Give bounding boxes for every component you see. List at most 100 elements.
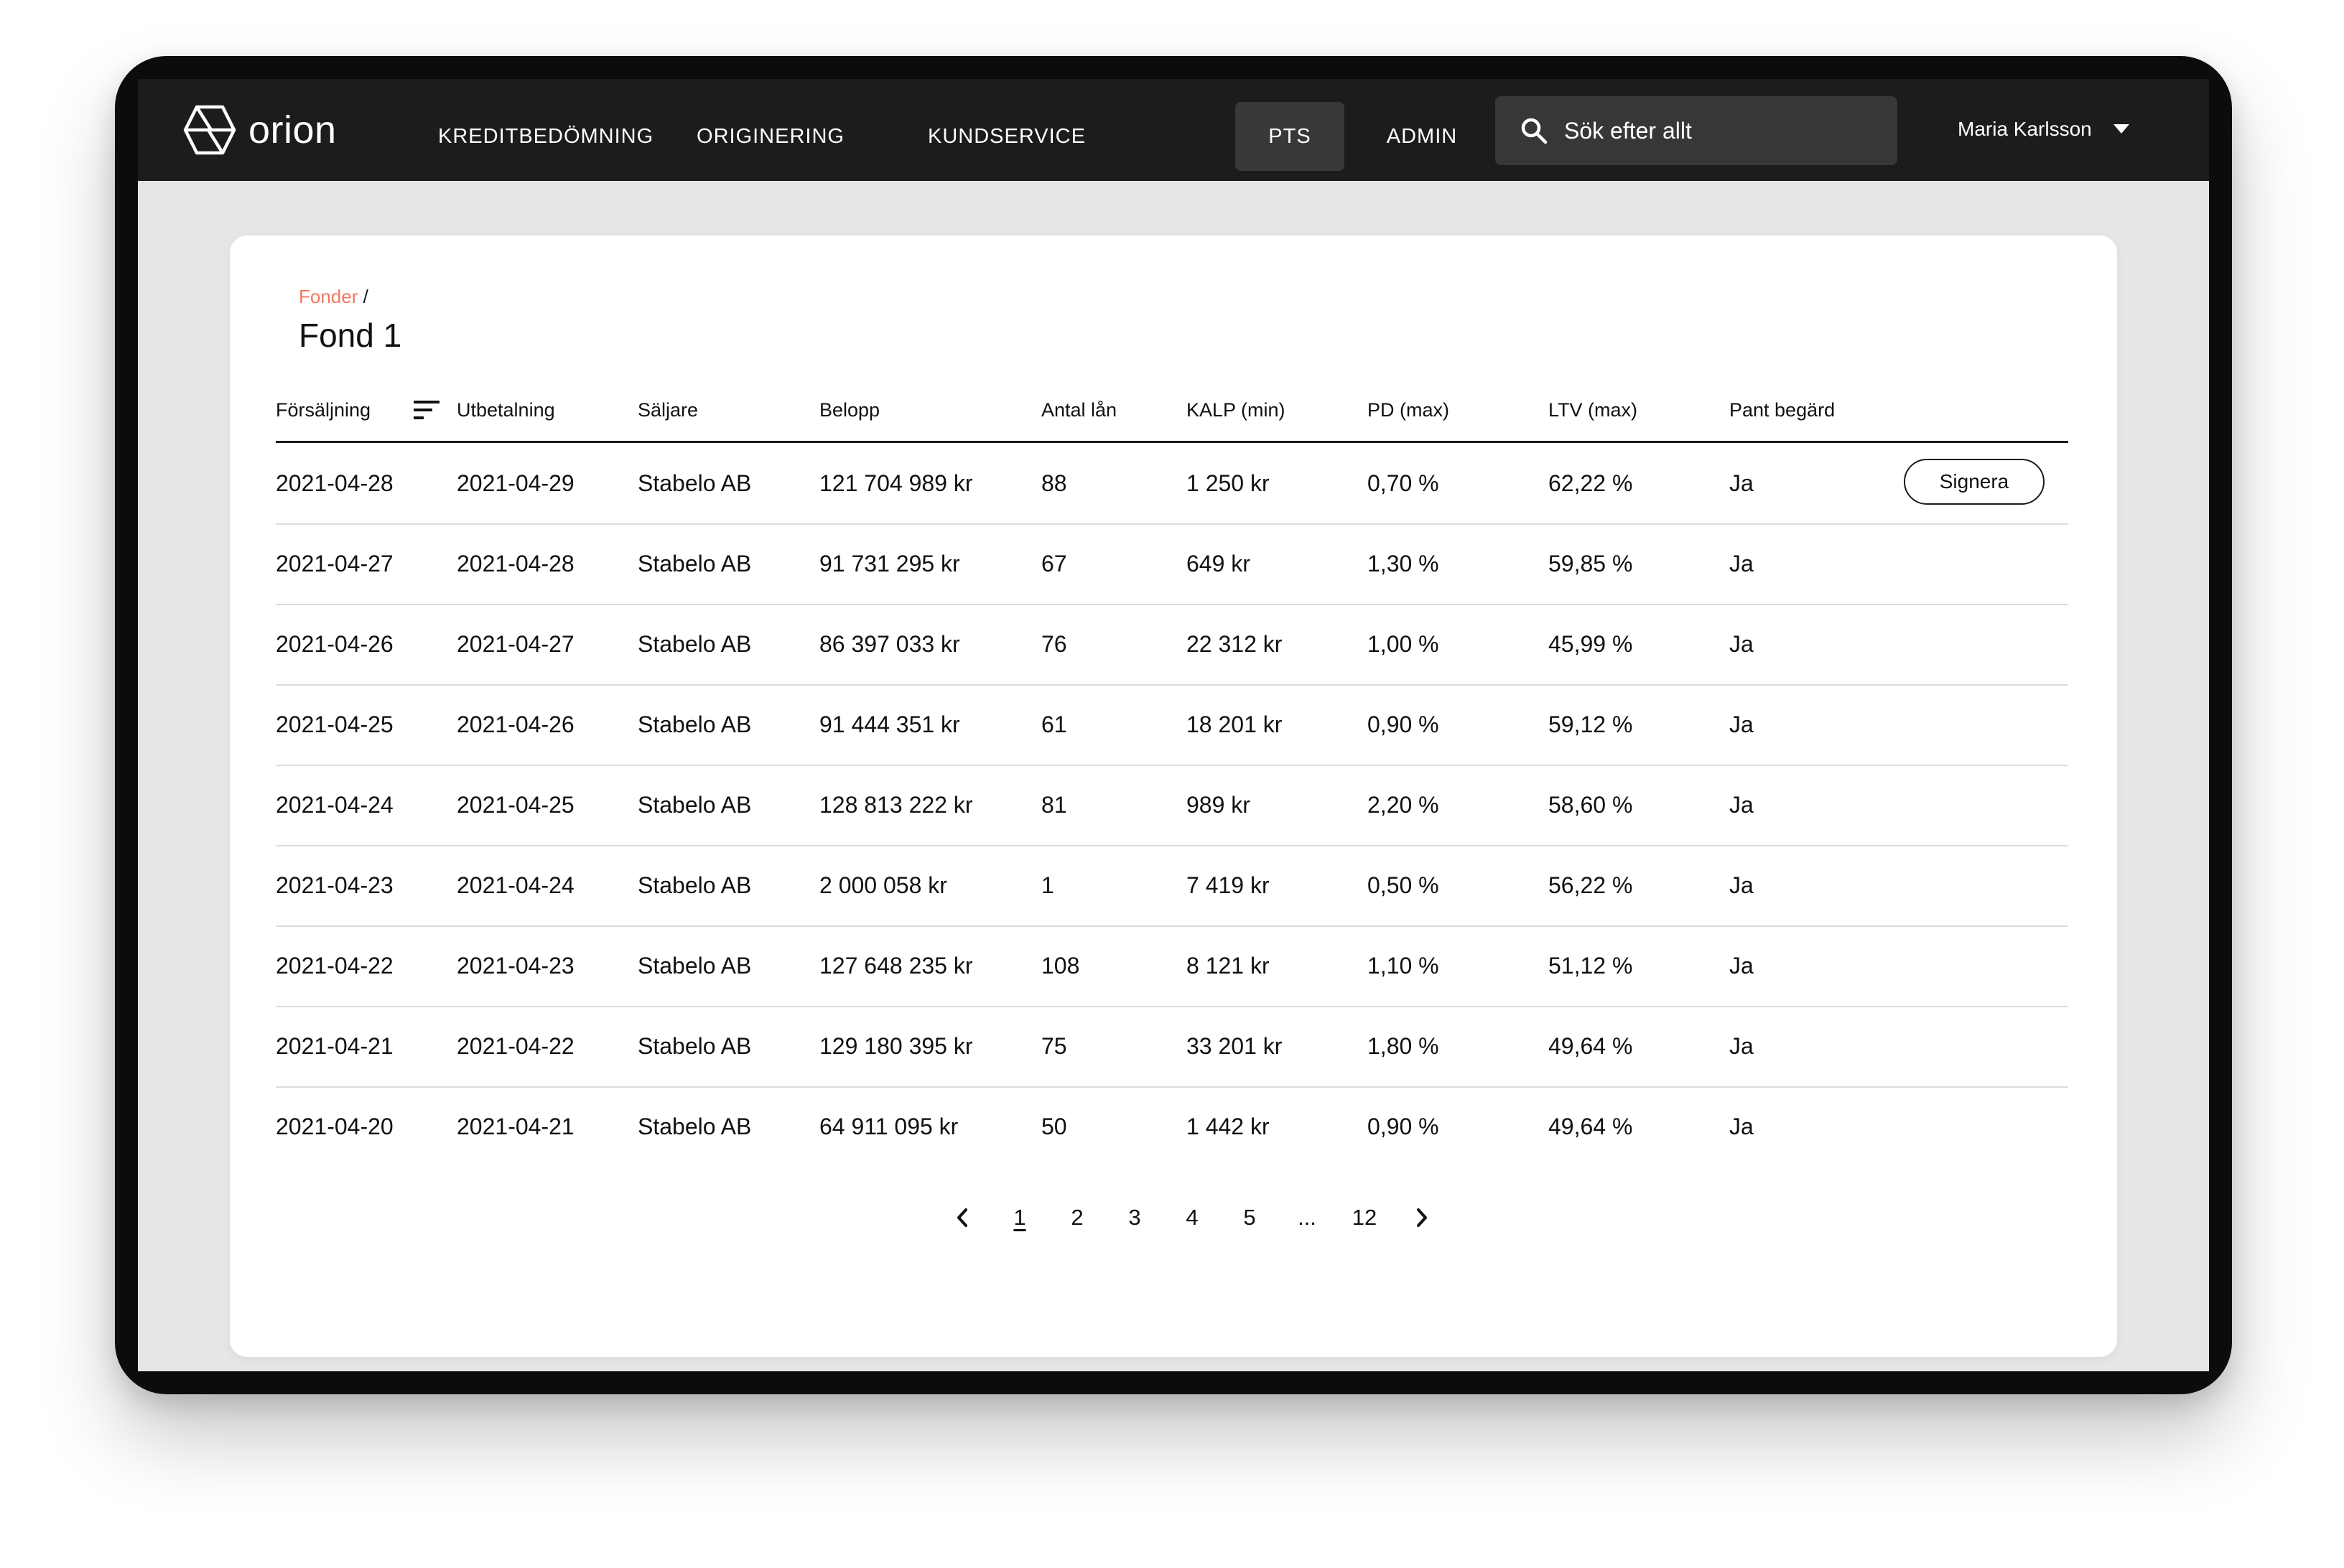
nav-item-pts[interactable]: PTS [1235,102,1344,171]
table-row[interactable]: 2021-04-23 2021-04-24 Stabelo AB 2 000 0… [276,845,2068,927]
table-header: Försäljning Utbetalning Säljare Belopp A… [276,385,2068,443]
pagination-page-2[interactable]: 2 [1056,1196,1099,1239]
column-header-utbetalning[interactable]: Utbetalning [457,385,555,441]
table-row[interactable]: 2021-04-27 2021-04-28 Stabelo AB 91 731 … [276,523,2068,605]
nav-item-kreditbedomning[interactable]: KREDITBEDÖMNING [438,102,653,171]
column-header-ltv[interactable]: LTV (max) [1548,385,1637,441]
signera-button[interactable]: Signera [1904,459,2045,505]
cell-saljare: Stabelo AB [638,470,752,496]
cell-forsaljning: 2021-04-24 [276,792,394,818]
cell-ltv: 58,60 % [1548,792,1633,818]
nav-item-kundservice[interactable]: KUNDSERVICE [928,102,1085,171]
pagination-next-button[interactable] [1408,1196,1436,1239]
column-header-pant-begard[interactable]: Pant begärd [1729,385,1835,441]
pagination-ellipsis: ... [1298,1205,1316,1230]
cell-antal-lan: 76 [1041,631,1067,657]
brand-name: orion [248,108,337,151]
breadcrumb-separator: / [363,286,368,307]
search-input[interactable] [1563,116,1882,145]
cell-forsaljning: 2021-04-28 [276,470,394,496]
cell-saljare: Stabelo AB [638,631,752,657]
cell-saljare: Stabelo AB [638,551,752,577]
user-name: Maria Karlsson [1958,118,2092,140]
table-row[interactable]: 2021-04-20 2021-04-21 Stabelo AB 64 911 … [276,1086,2068,1167]
cell-pant-begard: Ja [1729,953,1754,979]
cell-kalp: 7 419 kr [1186,872,1270,898]
cell-kalp: 33 201 kr [1186,1033,1283,1059]
orion-logo-icon [183,105,236,155]
cell-kalp: 18 201 kr [1186,711,1283,737]
column-header-kalp[interactable]: KALP (min) [1186,385,1285,441]
cell-pant-begard: Ja [1729,711,1754,737]
breadcrumb-link-fonder[interactable]: Fonder [299,286,358,307]
cell-pd: 1,30 % [1367,551,1439,577]
cell-belopp: 91 731 295 kr [819,551,960,577]
caret-down-icon [2113,124,2129,134]
column-header-pd[interactable]: PD (max) [1367,385,1449,441]
cell-pant-begard: Ja [1729,1033,1754,1059]
pagination-page-5[interactable]: 5 [1228,1196,1271,1239]
cell-utbetalning: 2021-04-29 [457,470,575,496]
pagination-page-12[interactable]: 12 [1343,1196,1386,1239]
chevron-right-icon [1417,1208,1427,1227]
cell-pd: 2,20 % [1367,792,1439,818]
cell-forsaljning: 2021-04-23 [276,872,394,898]
pagination-page-4[interactable]: 4 [1171,1196,1214,1239]
cell-pd: 1,80 % [1367,1033,1439,1059]
cell-belopp: 2 000 058 kr [819,872,947,898]
cell-pd: 0,70 % [1367,470,1439,496]
cell-kalp: 8 121 kr [1186,953,1270,979]
sort-icon[interactable] [414,399,442,421]
cell-belopp: 128 813 222 kr [819,792,973,818]
cell-forsaljning: 2021-04-22 [276,953,394,979]
page-title: Fond 1 [299,317,402,354]
cell-saljare: Stabelo AB [638,1114,752,1139]
device-frame: orion KREDITBEDÖMNING ORIGINERING KUNDSE… [115,56,2232,1394]
cell-antal-lan: 108 [1041,953,1080,979]
cell-pd: 0,50 % [1367,872,1439,898]
cell-saljare: Stabelo AB [638,711,752,737]
app-screen: orion KREDITBEDÖMNING ORIGINERING KUNDSE… [138,79,2209,1371]
cell-belopp: 127 648 235 kr [819,953,973,979]
pagination-prev-button[interactable] [948,1196,977,1239]
cell-belopp: 121 704 989 kr [819,470,973,496]
column-header-belopp[interactable]: Belopp [819,385,880,441]
cell-pant-begard: Ja [1729,1114,1754,1139]
cell-forsaljning: 2021-04-25 [276,711,394,737]
cell-ltv: 45,99 % [1548,631,1633,657]
cell-ltv: 59,85 % [1548,551,1633,577]
cell-utbetalning: 2021-04-25 [457,792,575,818]
cell-antal-lan: 50 [1041,1114,1067,1139]
cell-pant-begard: Ja [1729,470,1754,496]
column-header-forsaljning[interactable]: Försäljning [276,385,371,441]
brand-logo[interactable]: orion [182,102,337,158]
column-header-saljare[interactable]: Säljare [638,385,698,441]
cell-saljare: Stabelo AB [638,953,752,979]
cell-antal-lan: 61 [1041,711,1067,737]
table-row[interactable]: 2021-04-24 2021-04-25 Stabelo AB 128 813… [276,765,2068,846]
cell-ltv: 51,12 % [1548,953,1633,979]
cell-pd: 1,00 % [1367,631,1439,657]
cell-forsaljning: 2021-04-20 [276,1114,394,1139]
column-header-antal-lan[interactable]: Antal lån [1041,385,1117,441]
cell-ltv: 56,22 % [1548,872,1633,898]
chevron-left-icon [957,1208,967,1227]
pagination-page-3[interactable]: 3 [1113,1196,1156,1239]
search-bar[interactable] [1495,96,1897,165]
pagination-page-1[interactable]: 1 [998,1196,1041,1239]
table-row[interactable]: 2021-04-26 2021-04-27 Stabelo AB 86 397 … [276,604,2068,686]
cell-forsaljning: 2021-04-26 [276,631,394,657]
table-row[interactable]: 2021-04-22 2021-04-23 Stabelo AB 127 648… [276,925,2068,1007]
search-icon [1521,118,1548,144]
table-row[interactable]: 2021-04-25 2021-04-26 Stabelo AB 91 444 … [276,684,2068,766]
cell-kalp: 989 kr [1186,792,1250,818]
cell-utbetalning: 2021-04-22 [457,1033,575,1059]
nav-item-originering[interactable]: ORIGINERING [697,102,845,171]
user-menu[interactable]: Maria Karlsson [1958,108,2129,151]
table-row[interactable]: 2021-04-21 2021-04-22 Stabelo AB 129 180… [276,1006,2068,1088]
table-row[interactable]: 2021-04-28 2021-04-29 Stabelo AB 121 704… [276,443,2068,525]
cell-ltv: 49,64 % [1548,1033,1633,1059]
nav-item-admin[interactable]: ADMIN [1367,102,1476,171]
cell-pant-begard: Ja [1729,631,1754,657]
cell-utbetalning: 2021-04-24 [457,872,575,898]
